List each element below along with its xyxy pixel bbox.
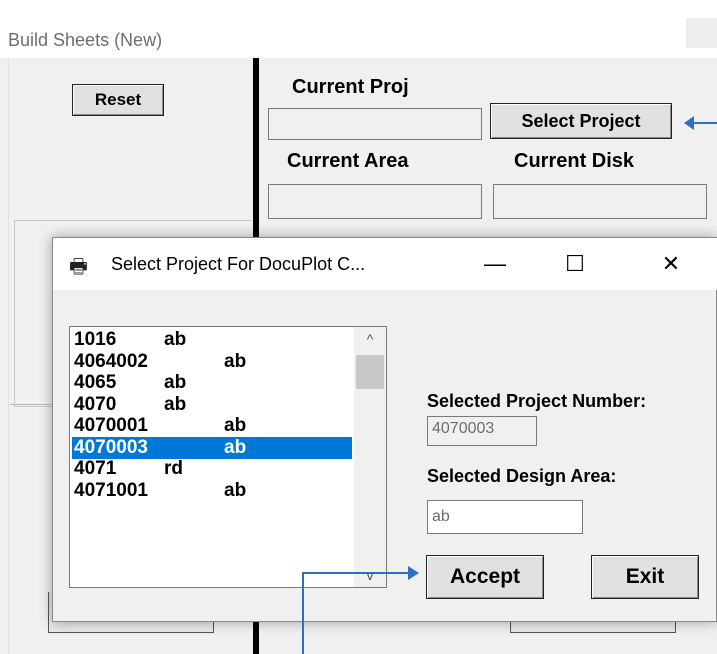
printer-icon: 🖶 bbox=[69, 256, 88, 278]
project-list-item[interactable]: 4070 ab bbox=[72, 394, 352, 416]
project-area: ab bbox=[164, 372, 187, 393]
project-number: 4070001 bbox=[74, 415, 148, 436]
scroll-up-icon[interactable]: ^ bbox=[354, 327, 386, 351]
scroll-thumb[interactable] bbox=[356, 355, 384, 389]
selected-design-area-field[interactable]: ab bbox=[427, 500, 583, 534]
project-area: rd bbox=[164, 458, 183, 479]
project-list-item[interactable]: 4071 rd bbox=[72, 458, 352, 480]
current-disk-label: Current Disk bbox=[514, 150, 635, 172]
project-number: 4071 bbox=[74, 458, 117, 479]
selected-project-number-label: Selected Project Number: bbox=[427, 391, 647, 411]
window-title: Build Sheets (New) bbox=[8, 30, 163, 50]
dialog-title-bar[interactable]: 🖶 Select Project For DocuPlot C... — ☐ ✕ bbox=[53, 238, 717, 290]
project-area: ab bbox=[224, 436, 247, 458]
project-number: 4064002 bbox=[74, 350, 148, 372]
scroll-down-icon[interactable]: v bbox=[354, 563, 386, 587]
annotation-arrow-horizontal bbox=[302, 572, 412, 574]
annotation-arrow-head bbox=[408, 566, 419, 580]
close-button[interactable]: ✕ bbox=[649, 244, 693, 284]
dialog-title: Select Project For DocuPlot C... bbox=[111, 254, 366, 274]
annotation-arrow-head bbox=[684, 116, 694, 130]
annotation-arrow-line bbox=[692, 122, 717, 124]
project-list-item[interactable]: 4070003 ab bbox=[72, 436, 352, 459]
current-area-label: Current Area bbox=[287, 150, 409, 172]
project-list-item[interactable]: 4065 ab bbox=[72, 372, 352, 394]
minimize-button[interactable]: — bbox=[473, 244, 517, 284]
current-proj-field[interactable] bbox=[268, 108, 482, 140]
project-area: ab bbox=[164, 393, 187, 415]
project-number: 4070 bbox=[74, 393, 117, 415]
project-listbox[interactable]: 1016 ab 4064002 ab 4065 ab 4070 ab 4070001 ab 4070… bbox=[69, 326, 387, 588]
project-area: ab bbox=[224, 350, 247, 372]
accept-button[interactable]: Accept bbox=[426, 555, 544, 599]
project-number: 1016 bbox=[74, 329, 117, 350]
project-number: 4070003 bbox=[74, 436, 148, 458]
select-project-dialog: 🖶 Select Project For DocuPlot C... — ☐ ✕… bbox=[52, 237, 717, 622]
current-disk-field[interactable] bbox=[493, 184, 707, 219]
project-area: ab bbox=[224, 479, 247, 501]
project-number: 4065 bbox=[74, 372, 117, 393]
project-number: 4071001 bbox=[74, 479, 148, 501]
window-close-button[interactable] bbox=[686, 18, 717, 48]
current-area-field[interactable] bbox=[268, 184, 482, 219]
project-list-item[interactable]: 1016 ab bbox=[72, 329, 352, 351]
listbox-scrollbar[interactable]: ^ v bbox=[354, 327, 386, 587]
selected-project-number-field[interactable]: 4070003 bbox=[427, 416, 537, 446]
maximize-button[interactable]: ☐ bbox=[553, 244, 597, 284]
project-list-item[interactable]: 4071001 ab bbox=[72, 480, 352, 502]
annotation-arrow-vertical bbox=[302, 573, 304, 654]
project-list-item[interactable]: 4064002 ab bbox=[72, 351, 352, 373]
select-project-button[interactable]: Select Project bbox=[490, 103, 672, 139]
reset-button[interactable]: Reset bbox=[72, 84, 164, 116]
project-list-item[interactable]: 4070001 ab bbox=[72, 415, 352, 437]
title-bar: Build Sheets (New) bbox=[0, 8, 717, 58]
selected-design-area-label: Selected Design Area: bbox=[427, 466, 617, 486]
current-proj-label: Current Proj bbox=[292, 76, 409, 98]
project-area: ab bbox=[224, 415, 247, 436]
project-area: ab bbox=[164, 329, 187, 350]
exit-button[interactable]: Exit bbox=[591, 555, 699, 599]
left-border bbox=[8, 58, 9, 654]
